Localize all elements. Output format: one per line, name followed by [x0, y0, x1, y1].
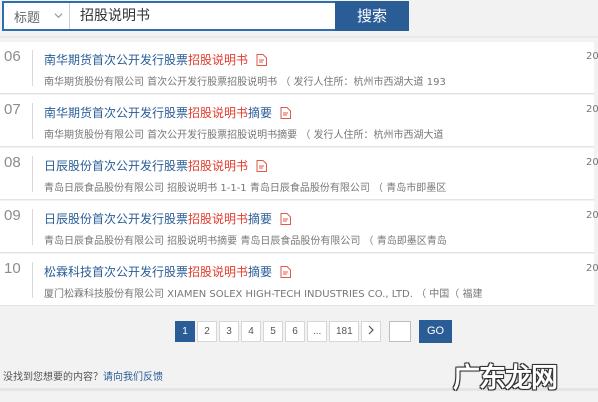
- next-page-button[interactable]: [361, 321, 382, 342]
- search-input[interactable]: 招股说明书: [80, 3, 330, 29]
- result-title-link[interactable]: 南华期货首次公开发行股票招股说明书: [44, 51, 267, 68]
- page-1-button[interactable]: 1: [175, 321, 195, 342]
- result-rank: 07: [4, 101, 21, 118]
- result-title-link[interactable]: 松霖科技首次公开发行股票招股说明书摘要: [44, 263, 291, 280]
- search-box: 标题 招股说明书: [2, 1, 335, 31]
- header-divider: [0, 36, 598, 40]
- result-date: 20: [586, 210, 598, 221]
- result-list: 06 南华期货首次公开发行股票招股说明书 南华期货股份有限公司 首次公开发行股票…: [0, 42, 598, 307]
- page-6-button[interactable]: 6: [285, 321, 305, 342]
- pdf-icon: [280, 107, 291, 119]
- pdf-icon: [256, 54, 267, 66]
- search-field-label: 标题: [14, 10, 41, 26]
- title-highlight: 招股说明书: [188, 212, 249, 226]
- title-highlight: 招股说明书: [188, 265, 249, 279]
- page-ellipsis: ...: [307, 321, 328, 342]
- result-snippet: 厦门松霖科技股份有限公司 XIAMEN SOLEX HIGH-TECH INDU…: [44, 289, 483, 300]
- title-highlight: 招股说明书: [188, 106, 249, 120]
- feedback-link[interactable]: 请向我们反馈: [103, 372, 163, 383]
- list-item: 09 日辰股份首次公开发行股票招股说明书摘要 青岛日辰食品股份有限公司 招股说明…: [0, 201, 598, 253]
- search-bar: 标题 招股说明书 搜索: [0, 0, 598, 34]
- rank-divider: [32, 50, 33, 86]
- title-suffix: 摘要: [248, 106, 273, 120]
- title-text: 南华期货首次公开发行股票: [44, 53, 189, 67]
- page-number-input[interactable]: [389, 321, 411, 342]
- pagination: 1 2 3 4 5 6 ... 181: [175, 321, 382, 343]
- result-rank: 09: [4, 207, 21, 224]
- result-snippet: 青岛日辰食品股份有限公司 招股说明书 1-1-1 青岛日辰食品股份有限公司 （ …: [44, 183, 447, 194]
- search-field-select[interactable]: 标题: [4, 3, 70, 29]
- rank-divider: [32, 209, 33, 245]
- pdf-icon: [256, 160, 267, 172]
- list-item: 07 南华期货首次公开发行股票招股说明书摘要 南华期货股份有限公司 首次公开发行…: [0, 95, 598, 147]
- title-suffix: 摘要: [248, 212, 273, 226]
- title-text: 日辰股份首次公开发行股票: [44, 159, 189, 173]
- watermark-text: 广东龙网: [453, 362, 558, 394]
- result-title-link[interactable]: 南华期货首次公开发行股票招股说明书摘要: [44, 104, 291, 121]
- title-text: 松霖科技首次公开发行股票: [44, 265, 189, 279]
- result-snippet: 青岛日辰食品股份有限公司 招股说明书摘要 青岛日辰食品股份有限公司 （ 青岛即墨…: [44, 236, 447, 247]
- page-last-button[interactable]: 181: [329, 321, 360, 342]
- title-text: 南华期货首次公开发行股票: [44, 106, 189, 120]
- page-3-button[interactable]: 3: [219, 321, 239, 342]
- go-button[interactable]: GO: [419, 320, 452, 343]
- search-button[interactable]: 搜索: [335, 1, 409, 31]
- pdf-icon: [280, 213, 291, 225]
- title-highlight: 招股说明书: [188, 159, 249, 173]
- result-snippet: 南华期货股份有限公司 首次公开发行股票招股说明书 （ 发行人住所：杭州市西湖大道…: [44, 77, 446, 88]
- result-date: 20: [586, 104, 598, 115]
- rank-divider: [32, 262, 33, 298]
- result-rank: 06: [4, 48, 21, 65]
- chevron-down-icon: [54, 13, 63, 19]
- result-date: 20: [586, 263, 598, 274]
- result-title-link[interactable]: 日辰股份首次公开发行股票招股说明书: [44, 157, 267, 174]
- title-highlight: 招股说明书: [188, 53, 249, 67]
- watermark-logo: 广东龙网: [453, 355, 593, 395]
- rank-divider: [32, 156, 33, 192]
- page-2-button[interactable]: 2: [197, 321, 217, 342]
- list-item: 06 南华期货首次公开发行股票招股说明书 南华期货股份有限公司 首次公开发行股票…: [0, 42, 598, 94]
- list-item: 08 日辰股份首次公开发行股票招股说明书 青岛日辰食品股份有限公司 招股说明书 …: [0, 148, 598, 200]
- pdf-icon: [280, 266, 291, 278]
- result-rank: 08: [4, 154, 21, 171]
- rank-divider: [32, 103, 33, 139]
- feedback-question: 没找到您想要的内容？: [3, 372, 103, 383]
- chevron-right-icon: [368, 325, 375, 335]
- result-title-link[interactable]: 日辰股份首次公开发行股票招股说明书摘要: [44, 210, 291, 227]
- title-text: 日辰股份首次公开发行股票: [44, 212, 189, 226]
- result-date: 20: [586, 51, 598, 62]
- feedback-line: 没找到您想要的内容？请向我们反馈: [3, 368, 163, 383]
- result-rank: 10: [4, 260, 21, 277]
- title-suffix: 摘要: [248, 265, 273, 279]
- result-snippet: 南华期货股份有限公司 首次公开发行股票招股说明书摘要 （ 发行人住所：杭州市西湖…: [44, 130, 444, 141]
- result-date: 20: [586, 157, 598, 168]
- page-4-button[interactable]: 4: [241, 321, 261, 342]
- page-5-button[interactable]: 5: [263, 321, 283, 342]
- list-item: 10 松霖科技首次公开发行股票招股说明书摘要 厦门松霖科技股份有限公司 XIAM…: [0, 254, 598, 306]
